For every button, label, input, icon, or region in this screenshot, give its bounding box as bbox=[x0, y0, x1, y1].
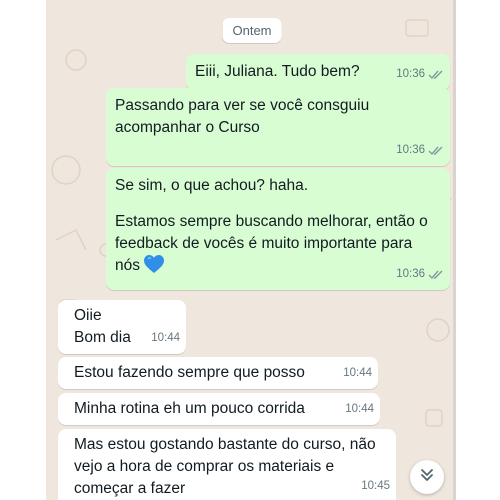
message-time: 10:45 bbox=[361, 480, 390, 492]
message-time: 10:36 bbox=[396, 268, 425, 280]
message-incoming[interactable]: Estou fazendo sempre que posso 10:44 bbox=[58, 357, 378, 389]
message-text-line-2-wrapper: Estamos sempre buscando melhorar, então … bbox=[115, 211, 434, 281]
message-time: 10:36 bbox=[396, 68, 425, 80]
message-text: Estou fazendo sempre que posso bbox=[74, 364, 305, 381]
message-text: Minha rotina eh um pouco corrida bbox=[74, 400, 305, 417]
chevrons-down-icon bbox=[419, 467, 435, 488]
message-time: 10:44 bbox=[343, 367, 372, 379]
date-divider: Ontem bbox=[222, 18, 282, 43]
message-text: Eiii, Juliana. Tudo bem? bbox=[195, 63, 360, 80]
message-text: Passando para ver se você consguiu acomp… bbox=[115, 97, 374, 136]
message-outgoing[interactable]: Passando para ver se você consguiu acomp… bbox=[106, 88, 450, 166]
scrollbar[interactable] bbox=[453, 0, 456, 500]
blue-heart-emoji bbox=[144, 255, 164, 281]
message-time: 10:36 bbox=[396, 144, 425, 156]
message-text: Oiie Bom dia bbox=[74, 307, 131, 346]
message-text: Mas estou gostando bastante do curso, nã… bbox=[74, 436, 380, 497]
double-check-icon bbox=[428, 269, 444, 280]
double-check-icon bbox=[428, 69, 444, 80]
message-text-line-1: Se sim, o que achou? haha. bbox=[115, 177, 309, 194]
message-outgoing[interactable]: Se sim, o que achou? haha. Estamos sempr… bbox=[106, 168, 450, 290]
message-time: 10:44 bbox=[345, 403, 374, 415]
message-incoming[interactable]: Oiie Bom dia 10:44 bbox=[58, 300, 186, 354]
scroll-to-bottom-button[interactable] bbox=[410, 460, 444, 494]
message-outgoing[interactable]: Eiii, Juliana. Tudo bem? 10:36 bbox=[186, 54, 450, 90]
message-incoming[interactable]: Mas estou gostando bastante do curso, nã… bbox=[58, 429, 396, 500]
message-incoming[interactable]: Minha rotina eh um pouco corrida 10:44 bbox=[58, 393, 380, 425]
double-check-icon bbox=[428, 145, 444, 156]
message-time: 10:44 bbox=[151, 332, 180, 344]
chat-panel: Ontem Eiii, Juliana. Tudo bem? 10:36 Pas… bbox=[46, 0, 454, 500]
